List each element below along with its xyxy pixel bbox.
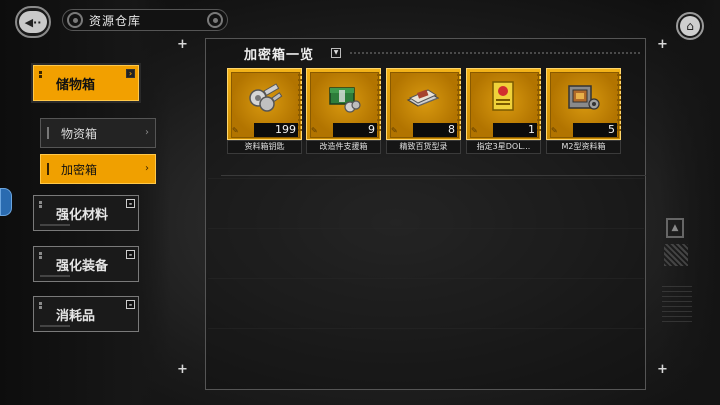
item-count: 5 (608, 123, 615, 136)
grip-dots (39, 71, 47, 81)
item-count: 1 (528, 123, 535, 136)
panel-grid-lines (208, 178, 644, 378)
home-icon: ⌂ (680, 16, 700, 36)
pencil-icon: ✎ (391, 126, 398, 135)
category-enhance-equipment[interactable]: 强化装备 - (33, 246, 139, 282)
data-box-icon (564, 78, 602, 116)
expand-icon: › (126, 69, 135, 78)
dropdown-icon[interactable]: ▼ (331, 48, 341, 58)
subcategory-label: 加密箱 (61, 162, 98, 177)
stripe-decoration (662, 286, 692, 326)
title-divider (350, 52, 640, 54)
subcategory-encrypted-box[interactable]: 加密箱 › (40, 154, 156, 184)
card-edge (457, 74, 461, 134)
key-icon (245, 78, 283, 116)
card-edge (377, 74, 381, 134)
item-card[interactable]: ✎ 8 精致百货型录 (386, 68, 461, 156)
card-edge (617, 74, 621, 134)
grip-bar (47, 163, 49, 175)
category-label: 消耗品 (56, 308, 96, 324)
plus-decoration: + (177, 362, 188, 377)
divider (40, 224, 70, 226)
card-edge (298, 74, 302, 134)
divider (40, 275, 70, 277)
hatch-decoration (664, 244, 688, 266)
item-count: 199 (275, 123, 296, 136)
pencil-icon: ✎ (551, 126, 558, 135)
home-button[interactable]: ⌂ (676, 12, 704, 40)
pencil-icon: ✎ (311, 126, 318, 135)
collapse-icon: - (126, 199, 135, 208)
page-title: 资源仓库 (89, 13, 142, 28)
back-button[interactable]: ◀·· (15, 6, 51, 38)
item-name: M2型资料箱 (546, 140, 621, 154)
item-count: 9 (368, 123, 375, 136)
row-separator (221, 175, 646, 176)
grip-dots (39, 302, 47, 312)
category-label: 强化材料 (56, 207, 109, 223)
category-label: 强化装备 (56, 258, 109, 274)
item-card[interactable]: ✎ 5 M2型资料箱 (546, 68, 621, 156)
grip-dots (39, 201, 47, 211)
chevron-right-icon: › (145, 127, 149, 138)
item-name: 资料箱钥匙 (227, 140, 302, 154)
chevron-right-icon: › (145, 163, 149, 174)
item-card[interactable]: ✎ 9 改造件支援箱 (306, 68, 381, 156)
divider (40, 325, 70, 327)
plus-decoration: + (657, 362, 668, 377)
pencil-icon: ✎ (471, 126, 478, 135)
category-storage-box[interactable]: 储物箱 › (33, 65, 139, 101)
back-arrow-icon: ◀·· (19, 11, 47, 33)
gear-icon (67, 12, 83, 28)
grip-dots (39, 252, 47, 262)
item-card[interactable]: ✎ 1 指定3星DOL... (466, 68, 541, 156)
catalog-icon (404, 78, 442, 116)
title-bar: 资源仓库 (62, 9, 228, 31)
category-enhance-material[interactable]: 强化材料 - (33, 195, 139, 231)
category-label: 储物箱 (56, 77, 96, 93)
category-consumables[interactable]: 消耗品 - (33, 296, 139, 332)
plus-decoration: + (657, 37, 668, 52)
card-edge (537, 74, 541, 134)
subcategory-label: 物资箱 (61, 126, 98, 141)
triangle-emblem-icon: ▲ (666, 218, 684, 238)
item-card[interactable]: ✎ 199 资料箱钥匙 (227, 68, 302, 156)
gear-icon-right (207, 12, 223, 28)
item-name: 精致百货型录 (386, 140, 461, 154)
pencil-icon: ✎ (232, 126, 239, 135)
panel-title: 加密箱一览 (244, 48, 315, 63)
supply-crate-icon (324, 78, 362, 116)
doll-ticket-icon (484, 78, 522, 116)
grip-bar (47, 127, 49, 139)
item-count: 8 (448, 123, 455, 136)
item-name: 改造件支援箱 (306, 140, 381, 154)
plus-decoration: + (177, 37, 188, 52)
item-name: 指定3星DOL... (466, 140, 541, 154)
subcategory-supply-box[interactable]: 物资箱 › (40, 118, 156, 148)
collapse-icon: - (126, 300, 135, 309)
collapse-icon: - (126, 250, 135, 259)
side-drawer-tab[interactable] (0, 188, 12, 216)
